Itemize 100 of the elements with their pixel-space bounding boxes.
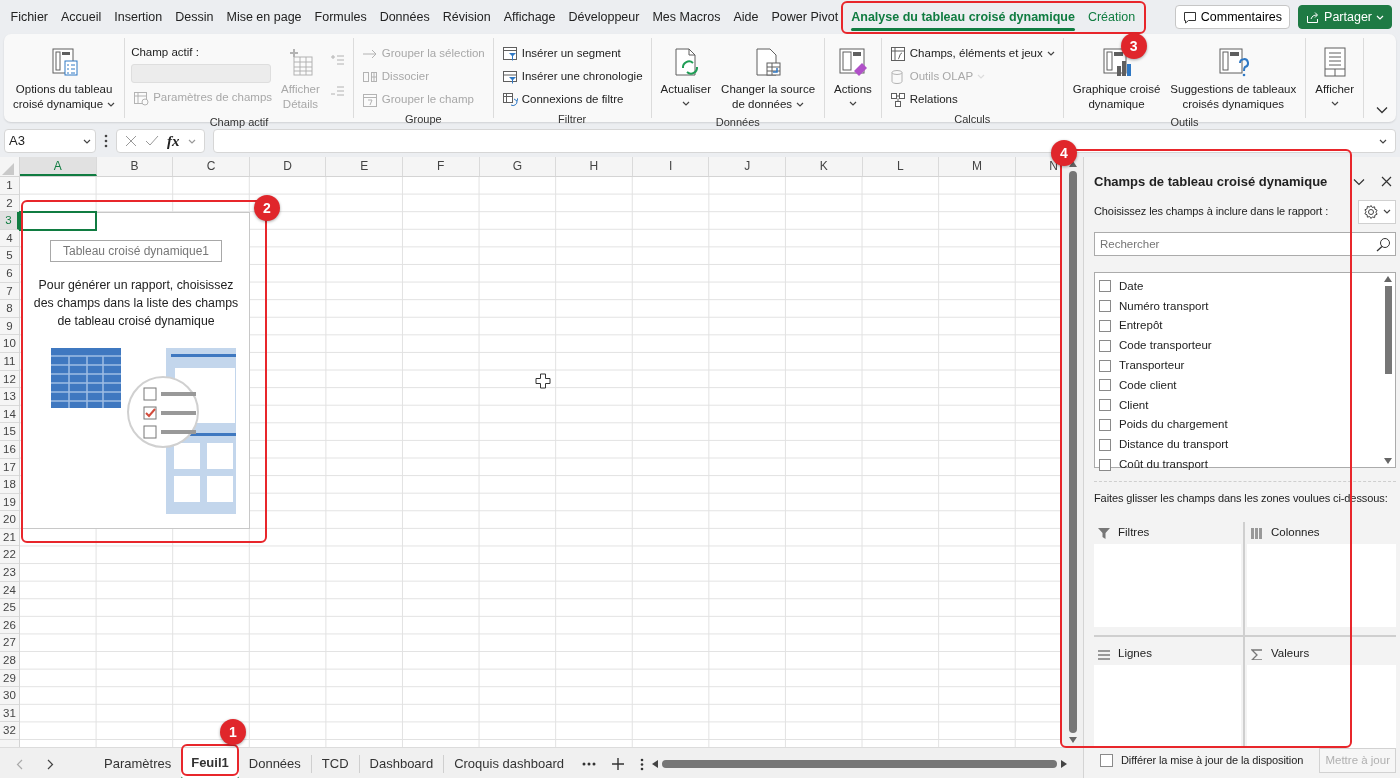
ribbon-tab[interactable]: Insertion <box>107 2 169 32</box>
share-button[interactable]: Partager <box>1298 4 1392 30</box>
row-header[interactable]: 4 <box>0 229 19 248</box>
row-header[interactable]: 12 <box>0 370 19 389</box>
column-header[interactable]: J <box>709 157 786 176</box>
column-header[interactable]: H <box>556 157 633 176</box>
column-header[interactable]: I <box>632 157 710 176</box>
field-list-item[interactable]: Coût du transport <box>1095 454 1381 475</box>
field-list-item[interactable]: Transporteur <box>1095 355 1381 376</box>
ribbon-button[interactable]: Afficher <box>1312 42 1358 108</box>
row-header[interactable]: 22 <box>0 546 19 565</box>
ribbon-button[interactable]: Suggestions de tableaux croisés dynamiques <box>1167 42 1300 114</box>
checkbox[interactable] <box>1099 339 1111 352</box>
row-header[interactable]: 31 <box>0 704 19 723</box>
row-header[interactable]: 17 <box>0 458 19 477</box>
sheet-tab[interactable]: TCD <box>311 749 359 778</box>
row-header[interactable]: 29 <box>0 669 19 688</box>
row-header[interactable]: 32 <box>0 722 19 740</box>
row-header[interactable]: 25 <box>0 599 19 617</box>
row-header[interactable]: 20 <box>0 511 19 529</box>
row-header[interactable]: 24 <box>0 581 19 600</box>
checkbox[interactable] <box>1099 399 1111 412</box>
comments-button[interactable]: Commentaires <box>1174 4 1291 30</box>
ribbon-tab[interactable]: Dessin <box>168 2 220 32</box>
field-list-item[interactable]: Distance du transport <box>1095 434 1381 455</box>
ribbon-button[interactable]: Options du tableau croisé dynamique <box>10 42 119 114</box>
field-list-item[interactable]: Client <box>1095 395 1381 416</box>
row-header[interactable]: 16 <box>0 440 19 459</box>
row-header[interactable]: 11 <box>0 352 19 371</box>
column-header[interactable]: K <box>785 157 863 176</box>
column-header[interactable]: B <box>96 157 174 176</box>
ribbon-tab[interactable]: Mise en page <box>220 2 309 32</box>
ribbon-tab[interactable]: Accueil <box>54 2 108 32</box>
row-header[interactable]: 30 <box>0 687 19 705</box>
ribbon-tab[interactable]: Révision <box>436 2 498 32</box>
row-header[interactable]: 10 <box>0 335 19 353</box>
scrollbar-thumb[interactable] <box>1068 171 1077 733</box>
row-header[interactable]: 27 <box>0 634 19 653</box>
ribbon-button[interactable]: Actualiser <box>657 42 715 108</box>
ribbon-tab[interactable]: Mes Macros <box>645 2 727 32</box>
selected-cell[interactable] <box>19 211 97 231</box>
sheet-tab[interactable]: Croquis dashboard <box>444 749 574 778</box>
ribbon-button[interactable]: Actions <box>831 42 875 108</box>
drop-zone[interactable] <box>1094 665 1241 748</box>
field-list-item[interactable]: Poids du chargement <box>1095 415 1381 435</box>
column-header[interactable]: M <box>939 157 1016 176</box>
checkbox[interactable] <box>1099 300 1111 313</box>
ribbon-tab[interactable]: Création <box>1081 2 1142 32</box>
column-header[interactable]: G <box>479 157 557 176</box>
drop-zone[interactable] <box>1247 665 1396 748</box>
row-header[interactable]: 18 <box>0 476 19 494</box>
ribbon-tab[interactable]: Données <box>373 2 437 32</box>
column-header[interactable]: F <box>402 157 480 176</box>
ribbon-tab[interactable]: Analyse du tableau croisé dynamique <box>844 2 1082 32</box>
field-list-item[interactable]: Code client <box>1095 375 1381 396</box>
row-header[interactable]: 26 <box>0 616 19 635</box>
checkbox[interactable] <box>1099 280 1111 293</box>
row-header[interactable]: 7 <box>0 282 19 301</box>
ribbon-button[interactable]: Relations <box>887 88 1057 111</box>
checkbox[interactable] <box>1100 754 1113 768</box>
ribbon-tab[interactable]: Aide <box>727 2 766 32</box>
column-header[interactable]: A <box>20 157 97 176</box>
ribbon-tab[interactable]: Formules <box>308 2 374 32</box>
sheet-tab[interactable]: Données <box>238 749 311 778</box>
name-box[interactable]: A3 <box>4 129 96 153</box>
ribbon-tab[interactable]: Affichage <box>497 2 563 32</box>
column-header[interactable]: D <box>249 157 327 176</box>
row-header[interactable]: 28 <box>0 652 19 670</box>
sheet-tab[interactable]: Dashboard <box>359 749 444 778</box>
field-list-item[interactable]: Numéro transport <box>1095 296 1381 317</box>
checkbox[interactable] <box>1099 320 1111 332</box>
row-header[interactable]: 13 <box>0 388 19 406</box>
ribbon-tab[interactable]: Développeur <box>562 2 646 32</box>
row-header[interactable]: 1 <box>0 177 19 195</box>
checkbox[interactable] <box>1099 359 1111 372</box>
checkbox[interactable] <box>1099 379 1111 392</box>
ribbon-button[interactable]: Insérer un segment <box>499 42 645 65</box>
column-header[interactable]: L <box>862 157 940 176</box>
column-header[interactable]: E <box>326 157 403 176</box>
row-header[interactable]: 21 <box>0 528 19 547</box>
row-header[interactable]: 15 <box>0 423 19 441</box>
checkbox[interactable] <box>1099 458 1111 471</box>
ribbon-tab[interactable]: Fichier <box>4 2 55 32</box>
ribbon-button[interactable]: Connexions de filtre <box>499 88 645 111</box>
checkbox[interactable] <box>1099 418 1111 431</box>
row-header[interactable]: 5 <box>0 247 19 265</box>
ribbon-button[interactable]: Champs, éléments et jeux <box>887 42 1057 65</box>
settings-button[interactable] <box>1358 199 1396 224</box>
row-header[interactable]: 8 <box>0 300 19 318</box>
column-header[interactable]: C <box>173 157 250 176</box>
sheet-tab[interactable]: Paramètres <box>94 749 182 778</box>
field-list-item[interactable]: Entrepôt <box>1095 316 1381 336</box>
row-header[interactable]: 19 <box>0 493 19 512</box>
ribbon-button[interactable]: Insérer une chronologie <box>499 65 645 88</box>
row-header[interactable]: 3 <box>0 212 19 230</box>
scrollbar-thumb[interactable] <box>1384 285 1392 374</box>
field-list-item[interactable]: Date <box>1095 276 1381 297</box>
row-header[interactable]: 23 <box>0 564 19 582</box>
ribbon-button[interactable]: Changer la source de données <box>718 42 819 114</box>
row-header[interactable]: 6 <box>0 264 19 283</box>
